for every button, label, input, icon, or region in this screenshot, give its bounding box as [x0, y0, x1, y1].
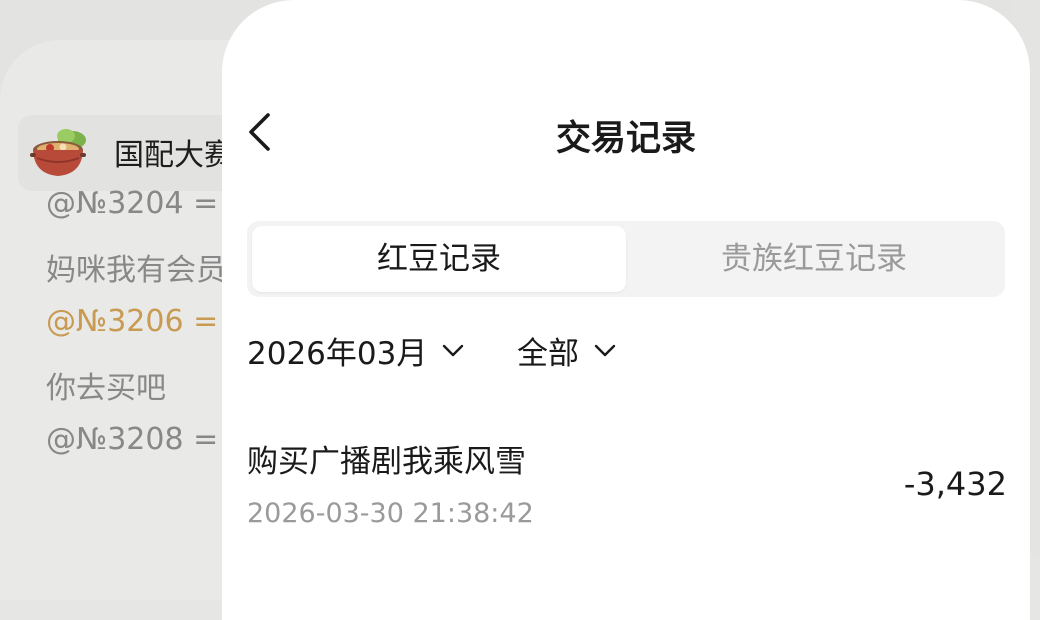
chat-message-mention: @№3206 = [46, 304, 219, 339]
tab-noble-red-bean-records[interactable]: 贵族红豆记录 [627, 226, 1001, 292]
transaction-records-sheet: 交易记录 红豆记录 贵族红豆记录 2026年03月 全部 购买广播剧我乘风雪 2… [222, 0, 1030, 620]
chat-group-name: 国配大赛 [114, 138, 234, 173]
category-filter-label: 全部 [517, 335, 579, 372]
transaction-title: 购买广播剧我乘风雪 [247, 444, 526, 480]
transaction-amount: -3,432 [903, 465, 1007, 503]
chat-message: 妈咪我有会员 [46, 253, 226, 288]
record-type-tabs: 红豆记录 贵族红豆记录 [247, 221, 1005, 297]
transaction-row[interactable]: 购买广播剧我乘风雪 2026-03-30 21:38:42 -3,432 [247, 430, 1007, 540]
page-title: 交易记录 [555, 119, 696, 159]
category-filter-dropdown[interactable]: 全部 [517, 328, 617, 372]
chat-message: @№3204 = [46, 186, 219, 221]
month-filter-label: 2026年03月 [247, 335, 428, 372]
chat-message: @№3208 = [46, 422, 219, 457]
chat-message: 你去买吧 [46, 371, 166, 406]
tab-red-bean-records[interactable]: 红豆记录 [252, 226, 626, 292]
month-filter-dropdown[interactable]: 2026年03月 [247, 328, 465, 372]
chevron-down-icon [443, 344, 464, 357]
hotpot-icon [30, 129, 86, 176]
chevron-down-icon [594, 344, 616, 357]
transaction-time: 2026-03-30 21:38:42 [247, 498, 534, 529]
